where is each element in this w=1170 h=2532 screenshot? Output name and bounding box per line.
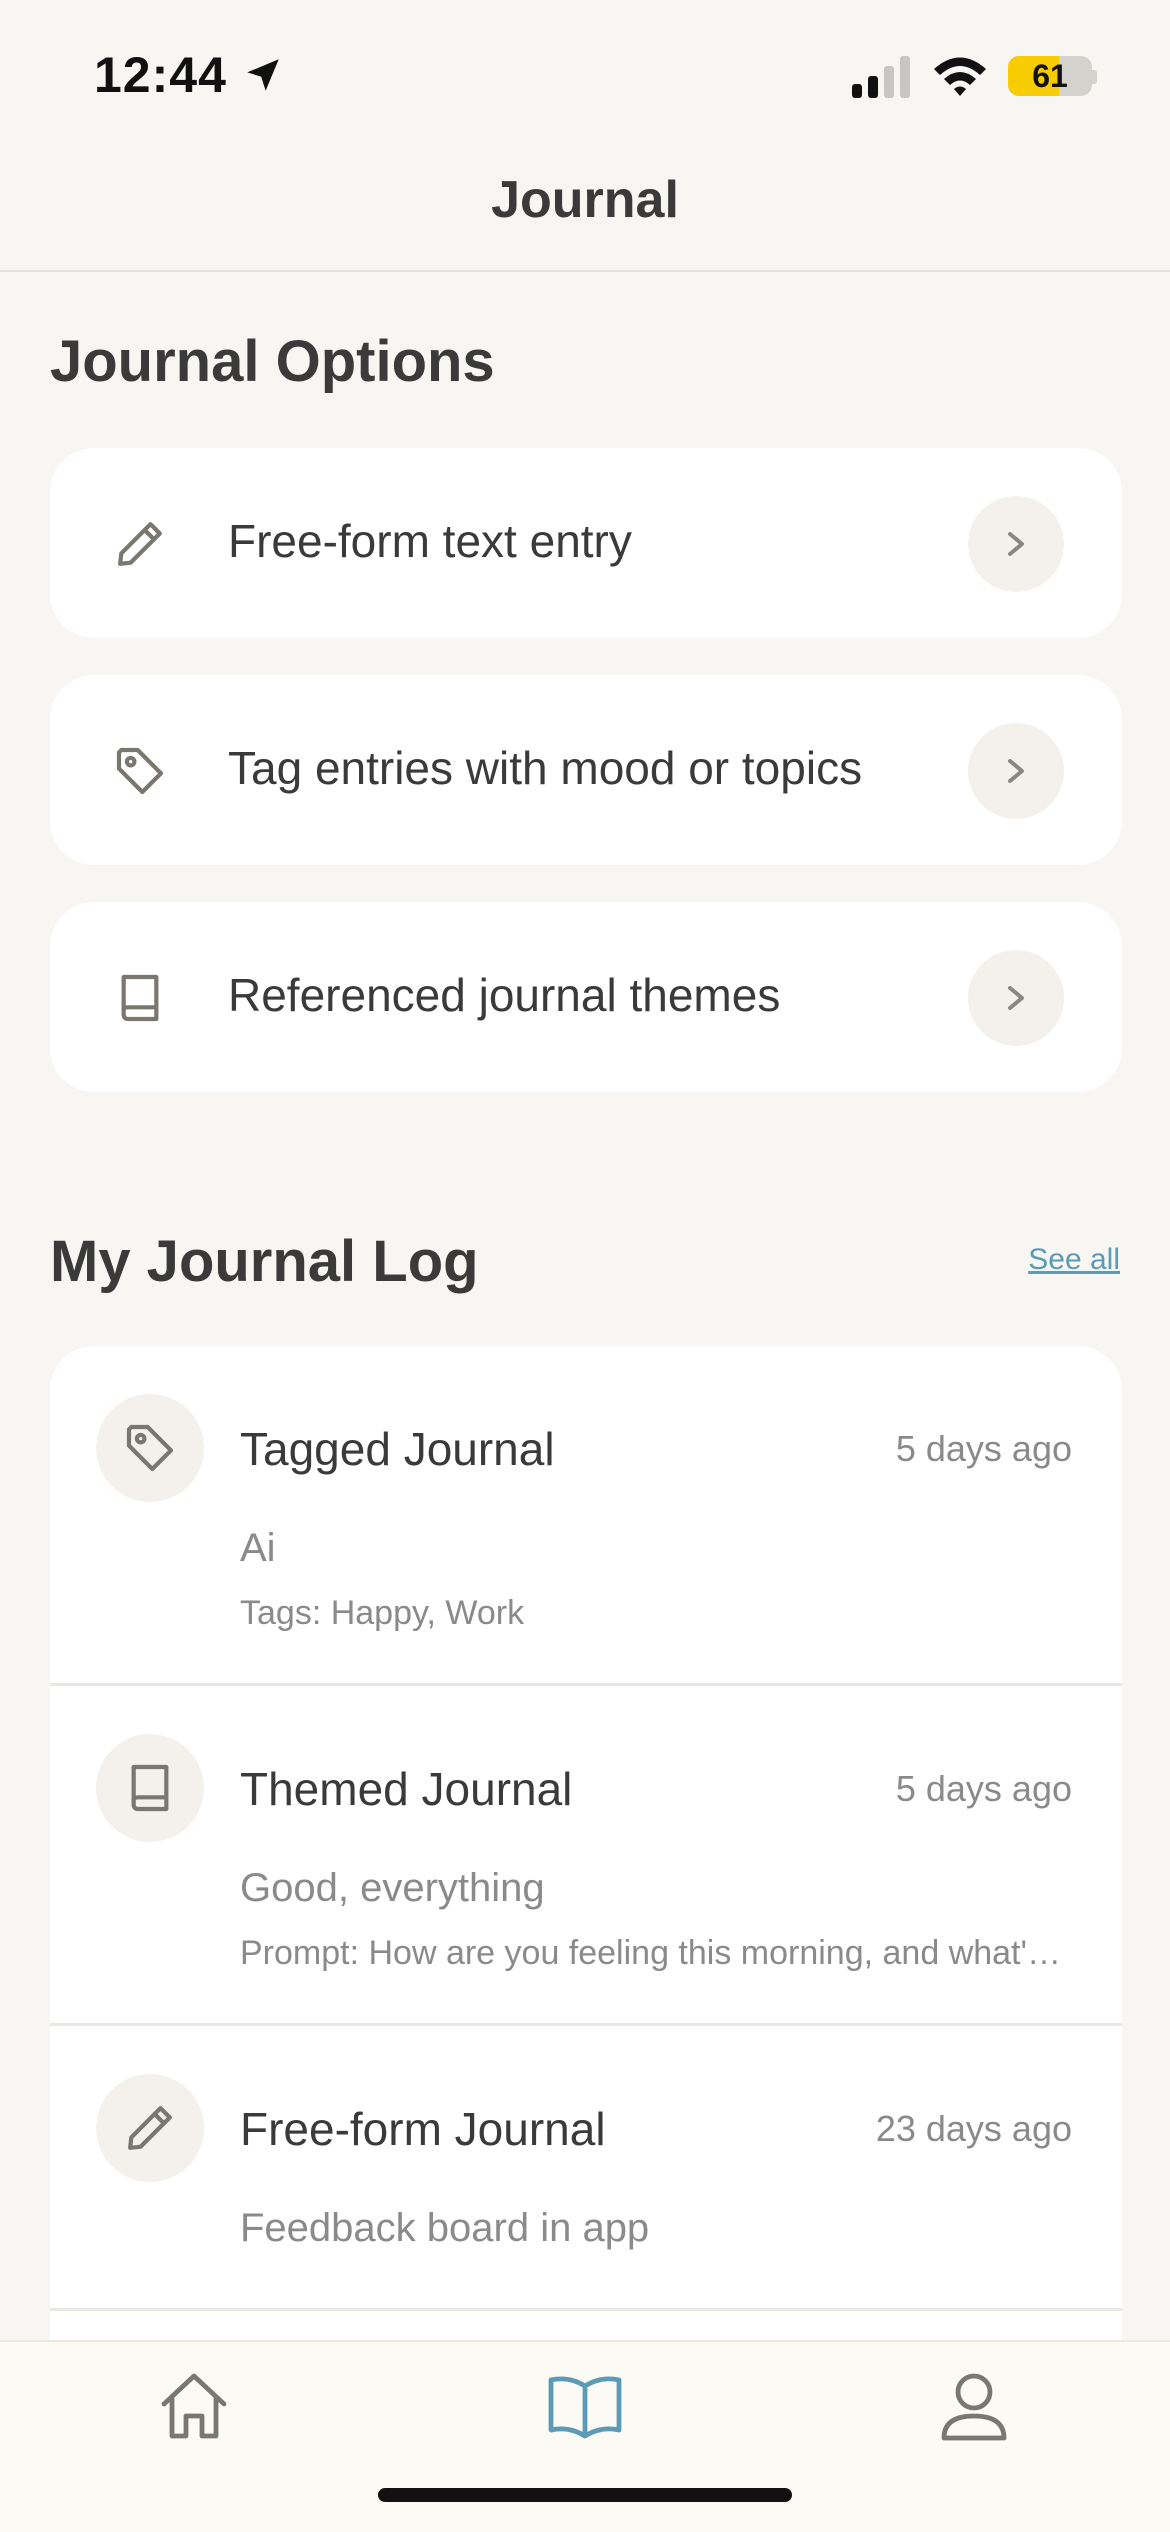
log-entry-themed-journal[interactable]: Themed Journal 5 days ago Good, everythi… [50,1686,1122,2026]
journal-log-list: Tagged Journal 5 days ago Ai Tags: Happy… [50,1346,1122,2346]
log-entry-text: Feedback board in app [240,2206,650,2250]
battery-cap [1092,70,1097,84]
log-entry-date: 5 days ago [895,1768,1072,1809]
option-label: Referenced journal themes [228,969,781,1021]
option-tag-entries[interactable]: Tag entries with mood or topics [50,675,1122,865]
log-entry-icon [96,1394,204,1502]
option-free-form-text-entry[interactable]: Free-form text entry [50,448,1122,638]
log-entry-date: 23 days ago [875,2108,1072,2149]
chevron-right-button[interactable] [968,950,1064,1046]
status-time: 12:44 [94,47,227,103]
log-entry-title: Free-form Journal [240,2103,606,2155]
tab-bar [0,2340,1170,2532]
option-referenced-themes[interactable]: Referenced journal themes [50,902,1122,1092]
tab-profile[interactable] [934,2366,1014,2446]
chevron-right-button[interactable] [968,723,1064,819]
option-label: Tag entries with mood or topics [228,742,863,794]
battery-indicator: 61 [1008,56,1092,96]
see-all-link[interactable]: See all [1028,1243,1120,1277]
location-arrow-icon [247,59,279,91]
cellular-signal-icon [852,56,910,98]
journal-log-heading: My Journal Log [50,1229,479,1294]
open-book-icon [548,2376,622,2439]
person-icon [941,2373,1007,2441]
header-divider [0,270,1170,272]
book-icon [121,974,159,1022]
log-entry-prompt: Prompt: How are you feeling this morning… [240,1934,1070,1972]
tag-icon [116,747,164,795]
chevron-right-icon [1008,532,1024,556]
home-icon [161,2373,227,2439]
pencil-icon [128,2106,172,2150]
pencil-icon [118,522,162,566]
log-entry-date: 5 days ago [895,1428,1072,1469]
log-entry-tags: Tags: Happy, Work [240,1594,525,1632]
journal-options-heading: Journal Options [50,329,495,394]
status-bar: 12:44 61 [0,0,1170,150]
home-indicator [378,2488,792,2502]
tab-journal[interactable] [545,2366,625,2446]
log-entry-icon [96,2074,204,2182]
wifi-icon [934,57,986,96]
log-entry-title: Themed Journal [240,1763,573,1815]
log-entry-title: Tagged Journal [240,1423,555,1475]
chevron-right-icon [1008,986,1024,1010]
tab-home[interactable] [154,2366,234,2446]
option-label: Free-form text entry [228,515,632,567]
log-entry-tagged-journal[interactable]: Tagged Journal 5 days ago Ai Tags: Happy… [50,1346,1122,1686]
book-icon [131,1764,169,1812]
log-entry-icon [96,1734,204,1842]
log-entry-text: Good, everything [240,1866,545,1910]
log-entry-text: Ai [240,1526,276,1570]
chevron-right-icon [1008,759,1024,783]
tag-icon [126,1424,174,1472]
battery-percentage: 61 [1032,58,1068,94]
chevron-right-button[interactable] [968,496,1064,592]
log-entry-free-form-journal[interactable]: Free-form Journal 23 days ago Feedback b… [50,2026,1122,2311]
page-title: Journal [491,171,679,229]
